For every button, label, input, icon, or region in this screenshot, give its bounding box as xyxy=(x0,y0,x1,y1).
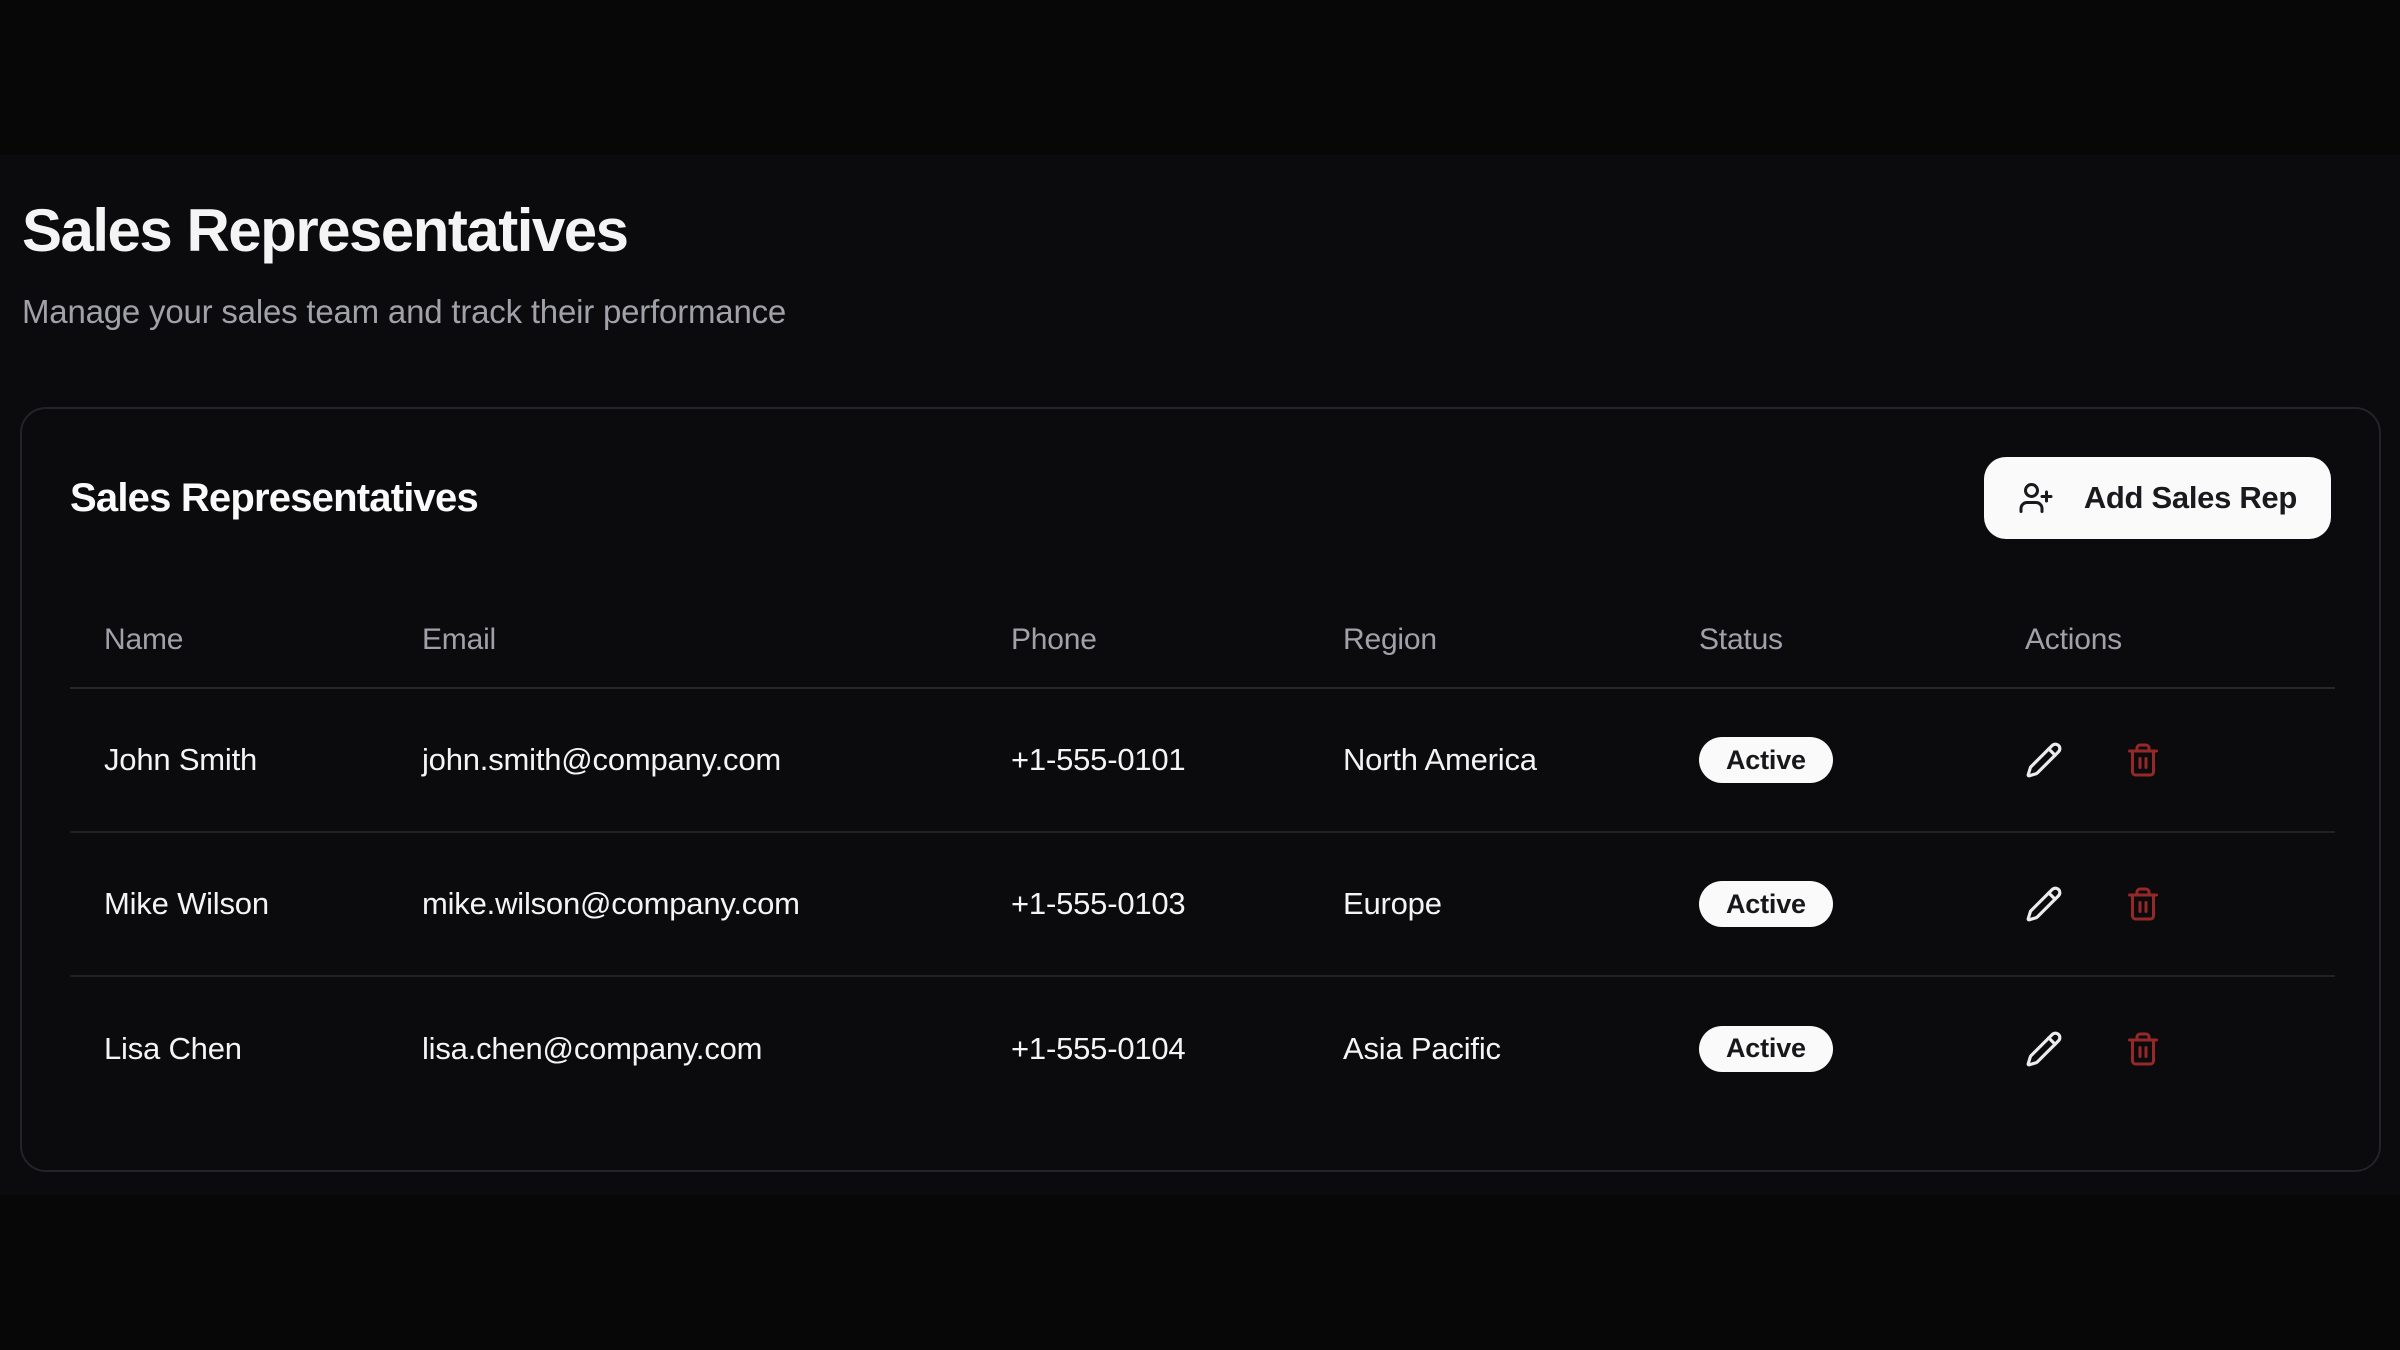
user-plus-icon xyxy=(2018,480,2054,516)
cell-phone: +1-555-0104 xyxy=(977,976,1309,1120)
cell-actions xyxy=(1991,976,2335,1120)
cell-status: Active xyxy=(1665,832,1991,976)
status-badge: Active xyxy=(1699,1026,1833,1072)
cell-name: John Smith xyxy=(70,688,388,832)
column-header-name: Name xyxy=(70,592,388,688)
edit-button[interactable] xyxy=(2025,885,2063,923)
status-badge: Active xyxy=(1699,737,1833,783)
column-header-status: Status xyxy=(1665,592,1991,688)
sales-reps-table: Name Email Phone Region Status Actions J… xyxy=(70,592,2335,1120)
cell-email: mike.wilson@company.com xyxy=(388,832,977,976)
delete-button[interactable] xyxy=(2125,742,2161,778)
column-header-phone: Phone xyxy=(977,592,1309,688)
cell-email: john.smith@company.com xyxy=(388,688,977,832)
table-row: John Smith john.smith@company.com +1-555… xyxy=(70,688,2335,832)
delete-button[interactable] xyxy=(2125,1031,2161,1067)
pencil-icon xyxy=(2025,1030,2063,1068)
cell-phone: +1-555-0103 xyxy=(977,832,1309,976)
trash-icon xyxy=(2125,886,2161,922)
cell-region: Europe xyxy=(1309,832,1665,976)
delete-button[interactable] xyxy=(2125,886,2161,922)
cell-actions xyxy=(1991,688,2335,832)
card-title: Sales Representatives xyxy=(70,476,478,521)
cell-actions xyxy=(1991,832,2335,976)
cell-name: Lisa Chen xyxy=(70,976,388,1120)
pencil-icon xyxy=(2025,741,2063,779)
pencil-icon xyxy=(2025,885,2063,923)
cell-status: Active xyxy=(1665,688,1991,832)
page-subtitle: Manage your sales team and track their p… xyxy=(22,293,786,331)
cell-status: Active xyxy=(1665,976,1991,1120)
cell-name: Mike Wilson xyxy=(70,832,388,976)
cell-email: lisa.chen@company.com xyxy=(388,976,977,1120)
column-header-email: Email xyxy=(388,592,977,688)
cell-region: Asia Pacific xyxy=(1309,976,1665,1120)
edit-button[interactable] xyxy=(2025,1030,2063,1068)
status-badge: Active xyxy=(1699,881,1833,927)
page-title: Sales Representatives xyxy=(22,196,628,265)
trash-icon xyxy=(2125,1031,2161,1067)
table-header-row: Name Email Phone Region Status Actions xyxy=(70,592,2335,688)
column-header-actions: Actions xyxy=(1991,592,2335,688)
cell-phone: +1-555-0101 xyxy=(977,688,1309,832)
sales-reps-card: Sales Representatives Add Sales Rep Name… xyxy=(20,407,2381,1172)
table-row: Lisa Chen lisa.chen@company.com +1-555-0… xyxy=(70,976,2335,1120)
edit-button[interactable] xyxy=(2025,741,2063,779)
column-header-region: Region xyxy=(1309,592,1665,688)
table-row: Mike Wilson mike.wilson@company.com +1-5… xyxy=(70,832,2335,976)
add-sales-rep-button-label: Add Sales Rep xyxy=(2084,480,2297,516)
card-header: Sales Representatives Add Sales Rep xyxy=(70,457,2331,539)
add-sales-rep-button[interactable]: Add Sales Rep xyxy=(1984,457,2331,539)
trash-icon xyxy=(2125,742,2161,778)
cell-region: North America xyxy=(1309,688,1665,832)
